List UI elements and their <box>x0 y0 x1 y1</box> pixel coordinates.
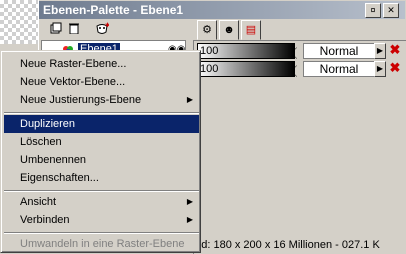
menu-item-view[interactable]: Ansicht ▶ <box>4 193 199 211</box>
blend-mode-select[interactable]: Normal <box>303 61 375 77</box>
layer-rows: 100 ⸝ ⸜ Normal ▶ ✖ 100 ⸝ ⸜ Normal ▶ ✖ <box>193 40 406 254</box>
tab-layers[interactable]: ⚙ <box>197 20 217 40</box>
menu-item-label: Löschen <box>20 136 62 148</box>
menu-item-label: Ansicht <box>20 196 57 208</box>
layer-row: 100 ⸝ ⸜ Normal ▶ ✖ <box>197 61 403 78</box>
close-button[interactable]: ✕ <box>383 3 399 18</box>
menu-item-new-vector-layer[interactable]: Neue Vektor-Ebene... <box>4 73 199 91</box>
menu-separator <box>4 112 199 114</box>
submenu-arrow-icon: ▶ <box>186 95 193 104</box>
menu-item-label: Verbinden <box>20 214 70 226</box>
menu-item-rename[interactable]: Umbenennen <box>4 151 199 169</box>
delete-mask-icon[interactable]: ✖ <box>389 43 401 57</box>
menu-item-label: Neue Raster-Ebene... <box>20 58 127 70</box>
menu-item-convert-to-raster: Umwandeln in eine Raster-Ebene <box>4 235 199 253</box>
layers-tab-icon: ⚙ <box>202 24 212 36</box>
menu-separator <box>4 190 199 192</box>
context-menu: Neue Raster-Ebene... Neue Vektor-Ebene..… <box>0 50 201 253</box>
opacity-value: 100 <box>200 63 219 75</box>
blend-mode-arrow-button[interactable]: ▶ <box>374 61 386 77</box>
menu-item-duplicate[interactable]: Duplizieren <box>4 115 199 133</box>
menu-separator <box>4 232 199 234</box>
drag-handle-icon[interactable]: ⸝ ⸜ <box>293 43 301 60</box>
trash-icon <box>69 23 79 35</box>
menu-item-label: Umwandeln in eine Raster-Ebene <box>20 238 185 250</box>
submenu-arrow-icon: ▶ <box>186 197 193 206</box>
canvas-checkerboard <box>0 0 38 44</box>
menu-item-label: Eigenschaften... <box>20 172 99 184</box>
mask-icon: ✱ <box>96 22 110 34</box>
menu-item-label: Duplizieren <box>20 118 76 130</box>
menu-item-new-adjustment-layer[interactable]: Neue Justierungs-Ebene ▶ <box>4 91 199 109</box>
new-layer-button[interactable] <box>49 22 63 36</box>
tab-mask[interactable]: ☻ <box>219 20 239 40</box>
pin-icon: ¤ <box>370 5 376 15</box>
drag-handle-icon[interactable]: ⸝ ⸜ <box>293 61 301 78</box>
opacity-slider[interactable]: 100 <box>197 61 295 77</box>
delete-mask-icon[interactable]: ✖ <box>389 61 401 75</box>
mask-layer-button[interactable]: ✱ <box>95 22 110 36</box>
menu-item-label: Umbenennen <box>20 154 87 166</box>
pin-button[interactable]: ¤ <box>365 3 381 18</box>
delete-layer-button[interactable] <box>67 22 81 36</box>
title-bar[interactable]: Ebenen-Palette - Ebene1 ¤ ✕ <box>39 1 405 19</box>
opacity-slider[interactable]: 100 <box>197 43 295 59</box>
blend-mode-select[interactable]: Normal <box>303 43 375 59</box>
submenu-arrow-icon: ▶ <box>186 215 193 224</box>
menu-item-properties[interactable]: Eigenschaften... <box>4 169 199 187</box>
status-bar-text: Bild: 180 x 200 x 16 Millionen - 027.1 K <box>189 239 380 251</box>
svg-text:✱: ✱ <box>105 22 109 29</box>
blend-mode-arrow-button[interactable]: ▶ <box>374 43 386 59</box>
layer-row: 100 ⸝ ⸜ Normal ▶ ✖ <box>197 43 403 60</box>
menu-item-label: Neue Justierungs-Ebene <box>20 94 142 106</box>
window-title: Ebenen-Palette - Ebene1 <box>43 3 184 17</box>
menu-item-delete[interactable]: Löschen <box>4 133 199 151</box>
layer-properties-panel: ⚙ ☻ ▤ 100 ⸝ ⸜ Normal ▶ ✖ 100 ⸝ ⸜ Normal ▶ … <box>193 20 406 254</box>
new-layer-icon <box>50 22 62 34</box>
tab-blend-ranges[interactable]: ▤ <box>241 20 261 40</box>
menu-item-new-raster-layer[interactable]: Neue Raster-Ebene... <box>4 55 199 73</box>
blend-ranges-tab-icon: ▤ <box>245 24 257 36</box>
menu-item-label: Neue Vektor-Ebene... <box>20 76 126 88</box>
menu-item-link[interactable]: Verbinden ▶ <box>4 211 199 229</box>
close-icon: ✕ <box>387 5 395 15</box>
mask-tab-icon: ☻ <box>223 24 235 36</box>
opacity-value: 100 <box>200 45 219 57</box>
